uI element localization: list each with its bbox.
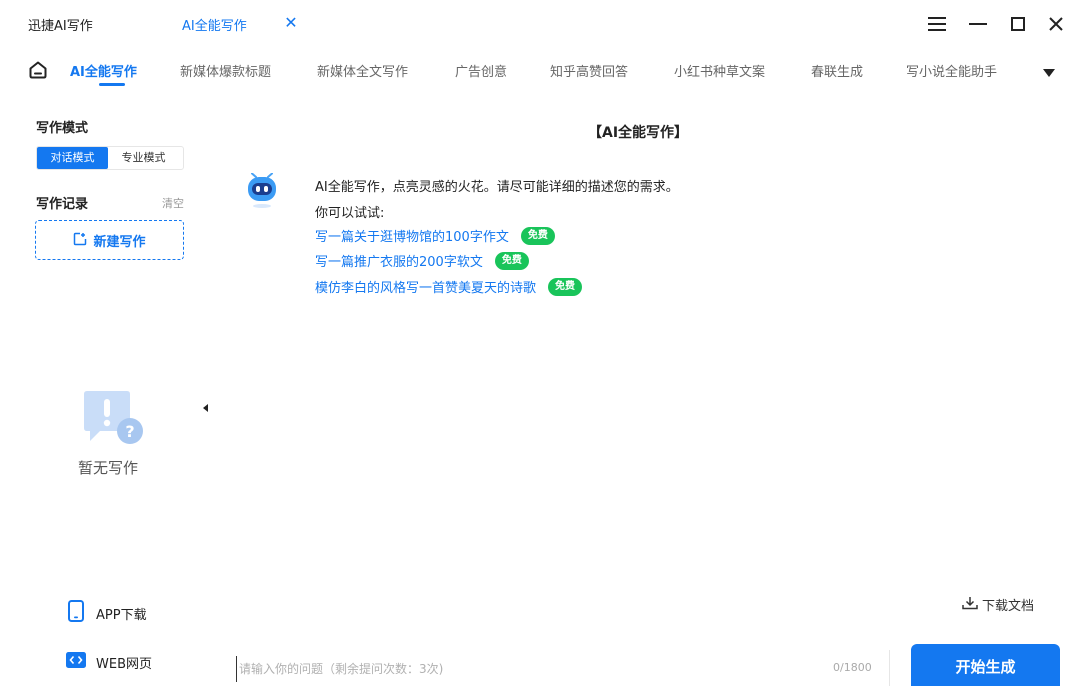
empty-state-text: 暂无写作 xyxy=(78,459,139,477)
suggestion-text: 写一篇推广衣服的200字软文 xyxy=(315,255,483,270)
minimize-icon[interactable] xyxy=(966,12,990,36)
input-divider xyxy=(889,650,890,686)
caret-down-icon[interactable] xyxy=(1042,64,1056,77)
maximize-icon[interactable] xyxy=(1006,12,1030,36)
nav-tab-media-titles[interactable]: 新媒体爆款标题 xyxy=(180,61,271,80)
download-icon xyxy=(962,595,978,614)
question-input[interactable] xyxy=(236,656,816,682)
new-writing-label: 新建写作 xyxy=(93,234,146,250)
nav-active-indicator xyxy=(99,83,125,86)
free-badge: 免费 xyxy=(548,277,583,296)
nav-tab-xiaohongshu[interactable]: 小红书种草文案 xyxy=(674,61,765,80)
clear-records-button[interactable]: 清空 xyxy=(162,195,184,211)
mode-switch: 对话模式 专业模式 xyxy=(36,146,184,170)
download-document-label: 下载文档 xyxy=(982,599,1035,614)
title-bar: 迅捷AI写作 AI全能写作 ✕ xyxy=(0,0,1080,48)
free-badge: 免费 xyxy=(520,226,555,245)
close-window-icon[interactable] xyxy=(1044,12,1068,36)
suggestion-item[interactable]: 写一篇推广衣服的200字软文 免费 xyxy=(315,251,529,270)
nav-tab-novel-assistant[interactable]: 写小说全能助手 xyxy=(906,61,997,80)
nav-tab-zhihu-answers[interactable]: 知乎高赞回答 xyxy=(550,61,628,80)
writing-records-title: 写作记录 xyxy=(36,197,89,212)
try-prompt-label: 你可以试试: xyxy=(315,206,385,221)
web-page-link[interactable]: WEB网页 xyxy=(66,651,152,673)
new-document-icon xyxy=(73,231,87,250)
suggestion-text: 模仿李白的风格写一首赞美夏天的诗歌 xyxy=(315,281,537,296)
nav-tab-ai-writing[interactable]: AI全能写作 xyxy=(70,61,137,80)
suggestion-item[interactable]: 模仿李白的风格写一首赞美夏天的诗歌 免费 xyxy=(315,277,583,296)
page-title: 【AI全能写作】 xyxy=(588,125,689,141)
svg-text:?: ? xyxy=(125,422,134,441)
free-badge: 免费 xyxy=(494,251,529,270)
robot-avatar-icon xyxy=(245,172,279,209)
suggestion-text: 写一篇关于逛博物馆的100字作文 xyxy=(315,230,509,245)
phone-icon xyxy=(66,600,86,626)
new-writing-button[interactable]: 新建写作 xyxy=(35,220,184,260)
collapse-sidebar-icon[interactable] xyxy=(202,398,210,412)
nav-tab-ad-ideas[interactable]: 广告创意 xyxy=(455,61,507,80)
download-document-button[interactable]: 下载文档 xyxy=(962,595,1034,614)
nav-tab-couplets[interactable]: 春联生成 xyxy=(811,61,863,80)
category-nav: AI全能写作 新媒体爆款标题 新媒体全文写作 广告创意 知乎高赞回答 小红书种草… xyxy=(0,52,1080,90)
nav-tab-media-articles[interactable]: 新媒体全文写作 xyxy=(317,61,408,80)
code-icon xyxy=(66,651,86,673)
web-page-label: WEB网页 xyxy=(96,656,152,672)
character-count: 0/1800 xyxy=(833,661,872,674)
start-generate-button[interactable]: 开始生成 xyxy=(911,644,1060,686)
tab-title[interactable]: AI全能写作 xyxy=(182,15,247,34)
app-download-link[interactable]: APP下载 xyxy=(66,600,147,626)
pro-mode-button[interactable]: 专业模式 xyxy=(108,147,179,169)
writing-mode-title: 写作模式 xyxy=(36,121,89,136)
empty-state-icon: ? xyxy=(78,390,146,446)
suggestion-item[interactable]: 写一篇关于逛博物馆的100字作文 免费 xyxy=(315,226,555,245)
tab-close-icon[interactable]: ✕ xyxy=(283,12,299,34)
home-icon[interactable] xyxy=(28,60,48,80)
app-download-label: APP下载 xyxy=(96,607,147,623)
intro-message: AI全能写作，点亮灵感的火花。请尽可能详细的描述您的需求。 xyxy=(315,180,679,195)
app-name: 迅捷AI写作 xyxy=(28,19,93,34)
menu-icon[interactable] xyxy=(925,12,949,36)
chat-mode-button[interactable]: 对话模式 xyxy=(37,147,108,169)
